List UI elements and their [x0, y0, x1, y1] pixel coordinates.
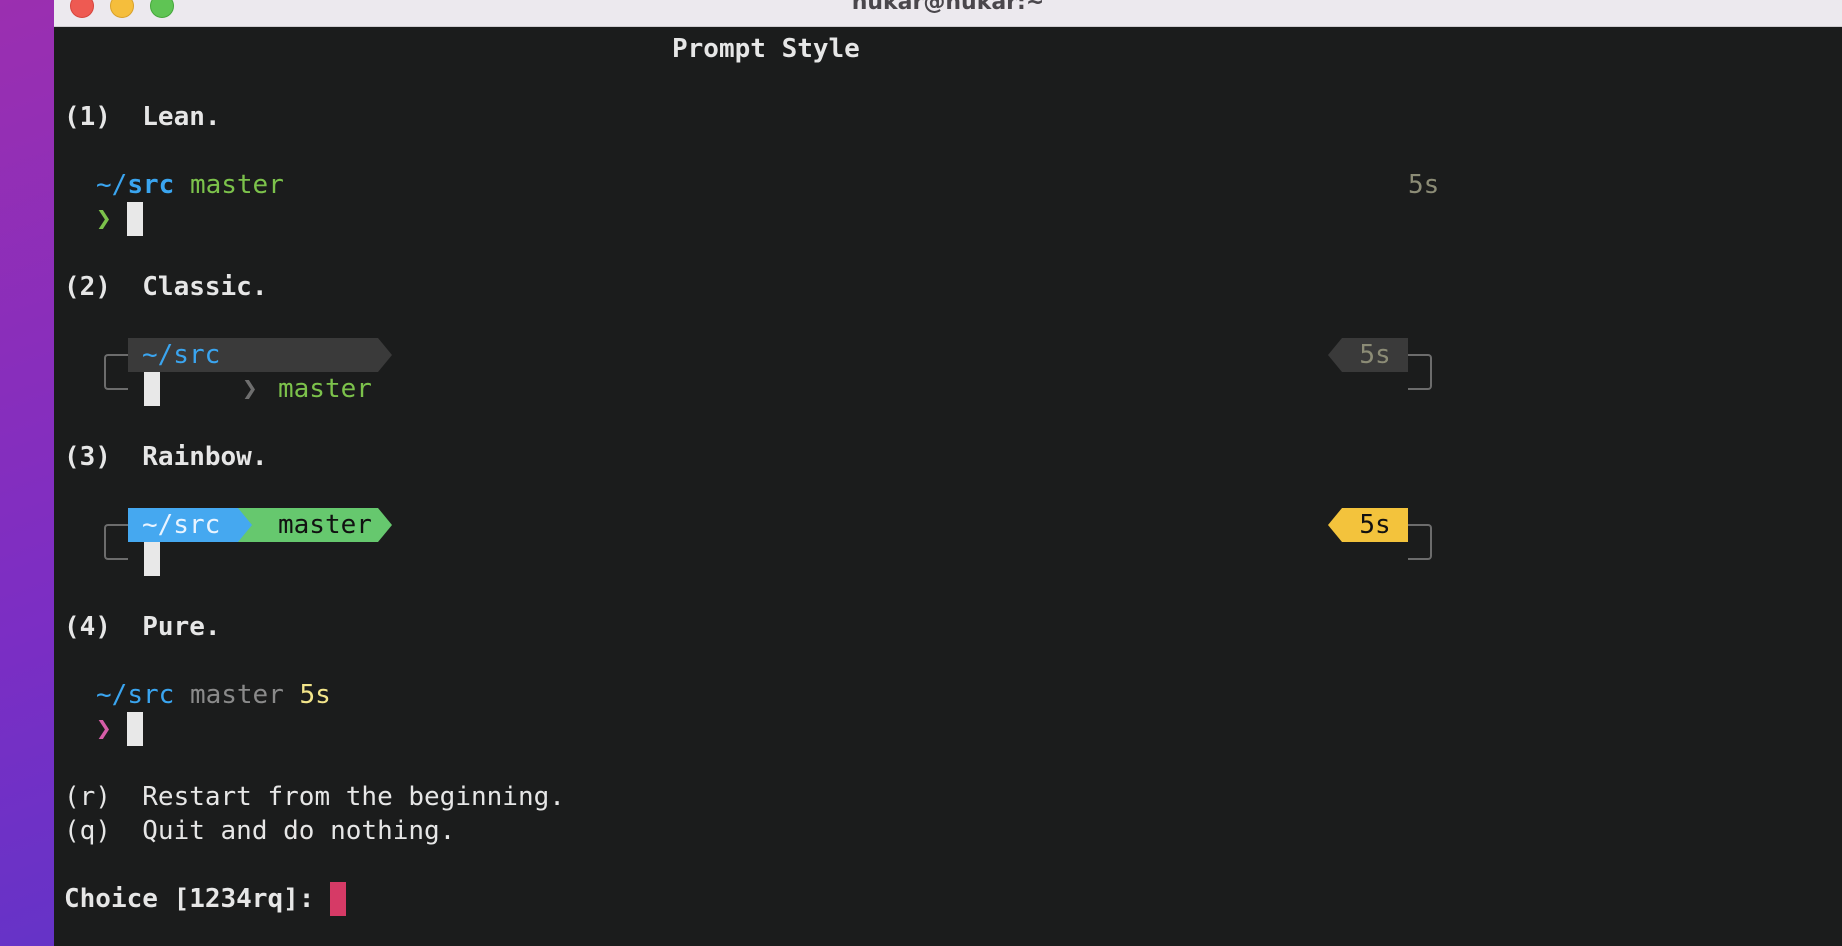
rainbow-branch-segment: master: [238, 508, 378, 542]
classic-branch: master: [278, 374, 372, 404]
classic-left-frame: [104, 354, 128, 390]
title-bar: nukar@nukar:~: [54, 0, 1842, 27]
rainbow-time-segment: 5s: [1342, 508, 1408, 542]
terminal-window: nukar@nukar:~ Prompt Style (1) Lean. ~/s…: [54, 0, 1842, 946]
rainbow-dir: ~/src: [142, 510, 221, 540]
pure-prompt-char: ❯: [96, 714, 112, 744]
option-pure-label: (4) Pure.: [64, 612, 221, 642]
classic-right-frame: [1408, 354, 1432, 390]
rainbow-end-arrow-icon: [378, 508, 392, 542]
pure-prompt-line: ~/src master 5s: [96, 678, 331, 712]
pure-dir: src: [127, 680, 175, 710]
pure-dir-prefix: ~/: [96, 680, 128, 710]
rainbow-left-frame: [104, 524, 128, 560]
pure-input-line: ❯: [96, 712, 144, 746]
rainbow-time-arrow-icon: [1328, 508, 1342, 542]
rainbow-right-frame: [1408, 524, 1432, 560]
lean-prompt-line: ~/src master: [96, 168, 284, 202]
window-title: nukar@nukar:~: [851, 0, 1045, 15]
lean-prompt-char: ❯: [96, 204, 112, 234]
prompt-style-heading: Prompt Style: [672, 34, 860, 64]
rainbow-cursor: [144, 542, 160, 576]
option-lean-label: (1) Lean.: [64, 102, 221, 132]
option-rainbow-label: (3) Rainbow.: [64, 442, 268, 472]
option-quit: (q) Quit and do nothing.: [64, 816, 456, 846]
lean-input-line: ❯: [96, 202, 144, 236]
classic-time-arrow-icon: [1328, 338, 1342, 372]
rainbow-dir-arrow-icon: [238, 508, 252, 542]
option-classic-label: (2) Classic.: [64, 272, 268, 302]
choice-cursor[interactable]: [330, 882, 347, 916]
classic-separator-icon: ❯: [242, 374, 258, 404]
rainbow-dir-segment: ~/src: [128, 508, 238, 542]
classic-dir: ~/src: [142, 340, 221, 370]
terminal-content[interactable]: Prompt Style (1) Lean. ~/src master 5s ❯…: [54, 26, 1842, 946]
rainbow-branch: master: [278, 510, 372, 540]
option-restart: (r) Restart from the beginning.: [64, 782, 565, 812]
lean-branch: master: [189, 170, 284, 200]
choice-prompt: Choice [1234rq]:: [64, 884, 331, 914]
classic-end-arrow-icon: [378, 338, 392, 372]
rainbow-time: 5s: [1359, 510, 1391, 540]
classic-time: 5s: [1359, 340, 1391, 370]
classic-branch-segment: ❯ master: [238, 338, 378, 404]
lean-dir-prefix: ~/: [96, 170, 128, 200]
lean-dir: src: [127, 170, 175, 200]
choice-input-line[interactable]: Choice [1234rq]:: [64, 882, 347, 916]
classic-dir-segment: ~/src: [128, 338, 238, 372]
pure-branch: master: [189, 680, 284, 710]
classic-time-segment: 5s: [1342, 338, 1408, 372]
pure-time: 5s: [299, 680, 331, 710]
classic-cursor: [144, 372, 160, 406]
pure-cursor: [127, 712, 144, 746]
lean-cursor: [127, 202, 144, 236]
lean-time: 5s: [1408, 170, 1440, 200]
